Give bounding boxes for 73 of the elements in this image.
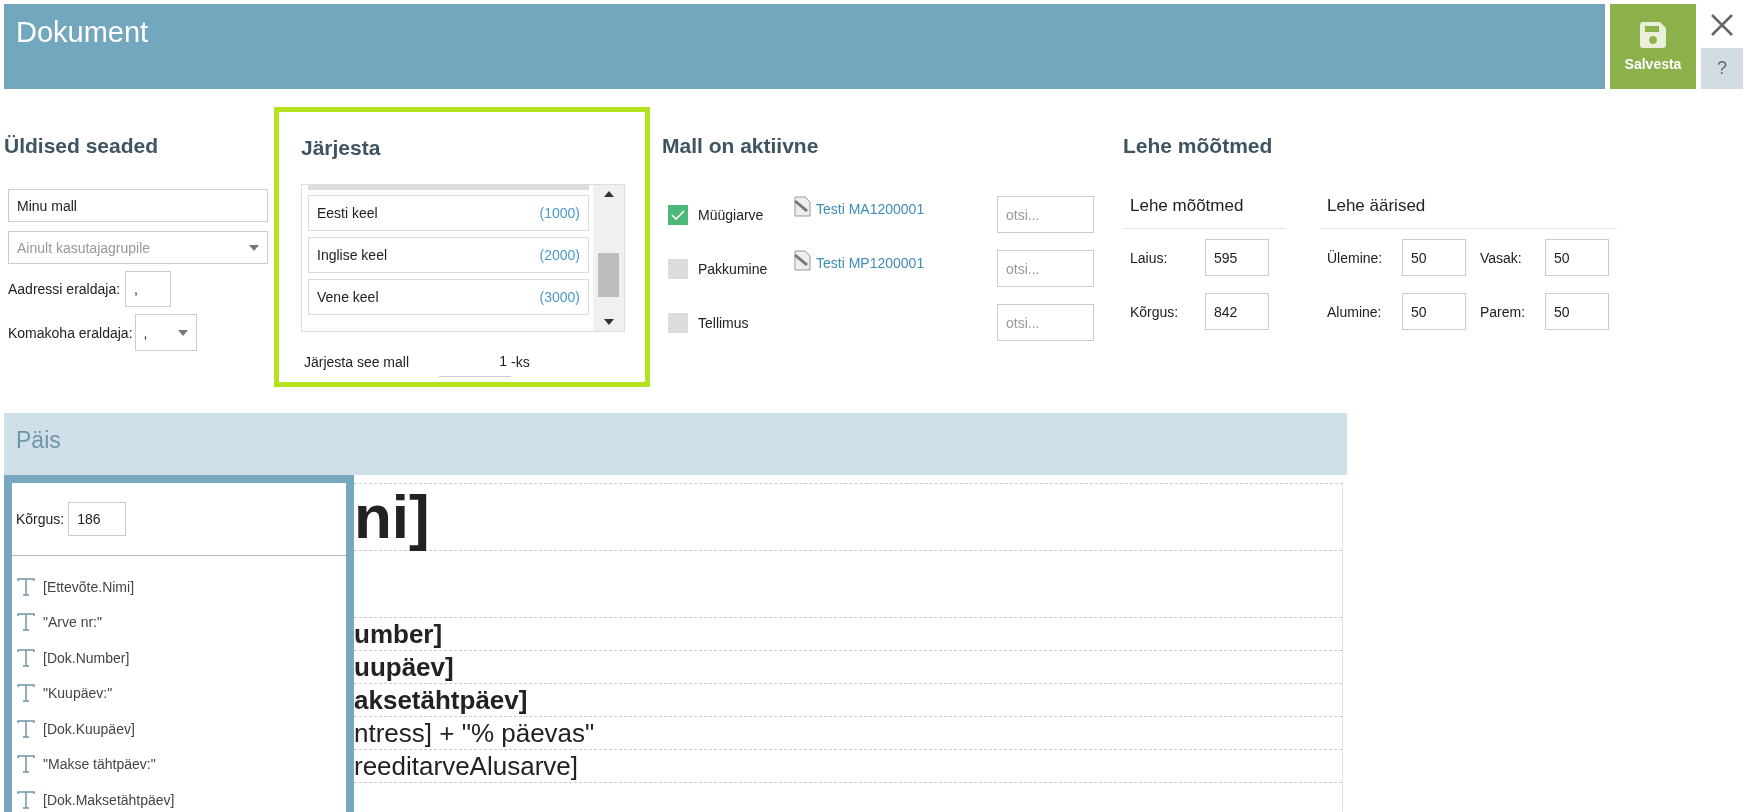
group-title: Lehe mõõtmed	[1123, 196, 1286, 229]
text-element-icon	[17, 790, 35, 809]
element-item[interactable]: [Dok.Kuupäev]	[43, 720, 135, 737]
number-field[interactable]: 842	[1205, 293, 1269, 330]
checkbox-label: Pakkumine	[698, 260, 769, 277]
template-link[interactable]: Testi MP1200001	[816, 255, 925, 271]
scroll-up-icon[interactable]	[603, 191, 614, 197]
field-label: Ülemine:	[1326, 249, 1384, 266]
language-item[interactable]: Eesti keel (1000)	[308, 195, 589, 231]
unit-label: -ks	[511, 353, 530, 370]
text-element-icon	[17, 684, 35, 703]
name-field[interactable]: Minu mall	[8, 189, 268, 222]
separator-field[interactable]: ,	[125, 271, 172, 307]
language-item[interactable]: Inglise keel (2000)	[308, 237, 589, 273]
help-button[interactable]: ?	[1701, 48, 1743, 89]
section-title: Järjesta	[301, 136, 382, 160]
text-element-icon	[17, 613, 35, 632]
caret-icon	[177, 329, 188, 336]
document-edit-icon	[793, 250, 813, 272]
checkbox[interactable]	[668, 204, 688, 225]
text-element-icon	[17, 755, 35, 774]
section-title: Lehe mõõtmed	[1123, 134, 1274, 158]
layout-field[interactable]: ntress] + "% päevas"	[354, 720, 595, 746]
field-label: Aadressi eraldaja:	[8, 281, 121, 297]
number-field[interactable]: 50	[1545, 239, 1609, 276]
scrollbar[interactable]	[593, 185, 624, 331]
scroll-down-icon[interactable]	[603, 319, 614, 325]
layout-field[interactable]: aksetähtpäev]	[354, 687, 528, 713]
scroll-thumb[interactable]	[598, 252, 619, 297]
text-element-icon	[17, 577, 35, 596]
save-icon	[1640, 21, 1666, 48]
language-item[interactable]: Vene keel (3000)	[308, 279, 589, 315]
section-title: Mall on aktiivne	[662, 134, 820, 158]
layout-field[interactable]: umber]	[354, 621, 443, 647]
layout-field[interactable]: uupäev]	[354, 654, 454, 680]
separator-select[interactable]: ,	[134, 314, 197, 351]
element-item[interactable]: [Ettevõte.Nimi]	[43, 578, 135, 595]
field-label: Laius:	[1129, 249, 1169, 266]
field-label: Alumine:	[1326, 303, 1383, 320]
field-label: Järjesta see mall	[304, 353, 410, 370]
element-item[interactable]: [Dok.Maksetähtpäev]	[43, 791, 175, 808]
field-label: Kõrgus:	[1129, 303, 1180, 320]
checkbox[interactable]	[668, 312, 688, 333]
number-field[interactable]: 595	[1205, 239, 1269, 276]
template-link[interactable]: Testi MA1200001	[816, 201, 925, 217]
field-label: Komakoha eraldaja:	[8, 324, 133, 341]
layout-field[interactable]: reeditarveAlusarve]	[354, 753, 578, 779]
section-title: Üldised seaded	[4, 134, 160, 158]
field-label: Kõrgus:	[16, 511, 65, 527]
element-item[interactable]: "Arve nr:"	[43, 614, 102, 631]
search-field[interactable]: otsi...	[997, 250, 1094, 287]
element-item[interactable]: "Kuupäev:"	[43, 685, 113, 702]
caret-icon	[249, 244, 259, 251]
document-edit-icon	[793, 196, 813, 218]
group-title: Lehe äärised	[1320, 196, 1617, 229]
search-field[interactable]: otsi...	[997, 196, 1094, 233]
checkbox-label: Müügiarve	[698, 206, 765, 223]
text-element-icon	[17, 719, 35, 738]
checkbox[interactable]	[668, 258, 688, 279]
close-icon[interactable]	[1709, 12, 1735, 38]
field-label: Parem:	[1479, 303, 1527, 320]
section-header: Päis	[4, 413, 1347, 475]
element-item[interactable]: "Makse tähtpäev:"	[43, 756, 156, 773]
height-field[interactable]: 186	[68, 502, 127, 536]
number-field[interactable]: 50	[1402, 239, 1466, 276]
window-title: Dokument	[4, 4, 1605, 89]
number-field[interactable]: 50	[1545, 293, 1609, 330]
search-field[interactable]: otsi...	[997, 304, 1094, 341]
number-field[interactable]: 50	[1402, 293, 1466, 330]
field-label: Vasak:	[1479, 249, 1523, 266]
text-element-icon	[17, 648, 35, 667]
element-item[interactable]: [Dok.Number]	[43, 649, 130, 666]
checkbox-label: Tellimus	[698, 314, 750, 331]
